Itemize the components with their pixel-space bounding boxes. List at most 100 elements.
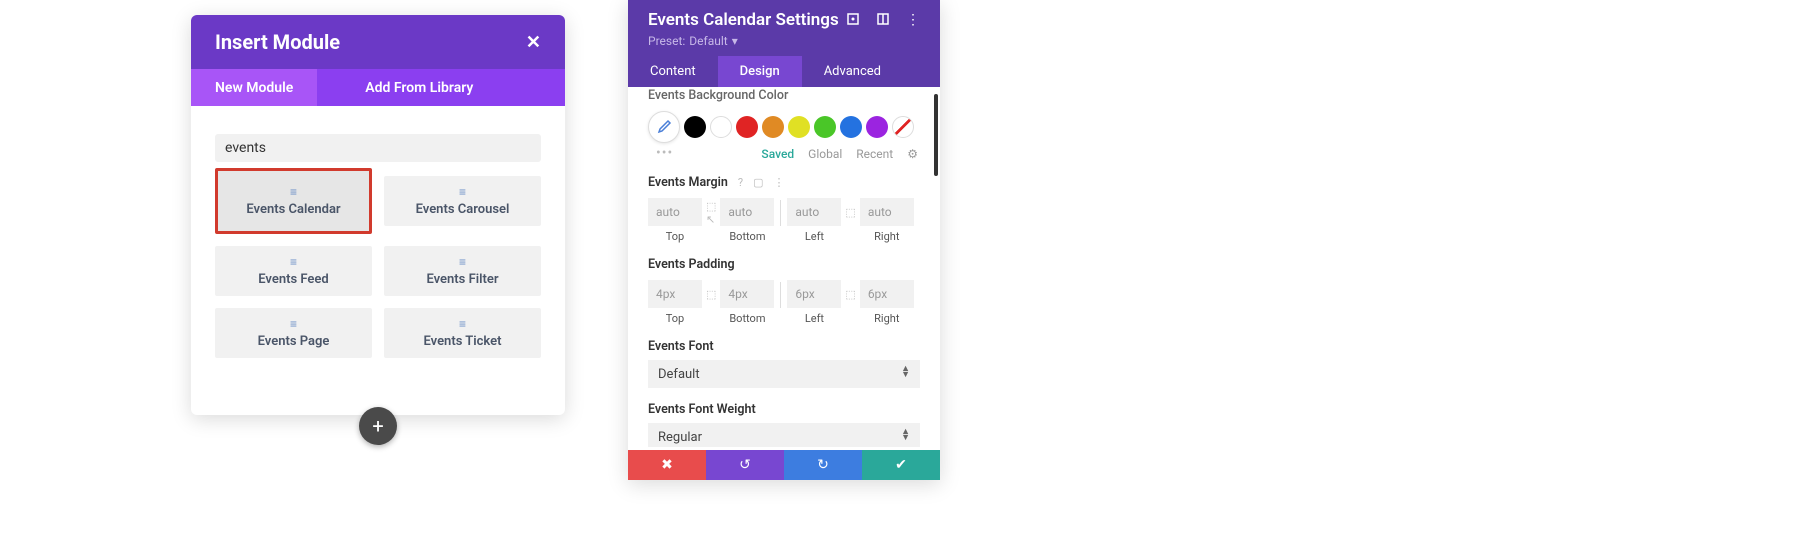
add-module-button[interactable]: + — [359, 407, 397, 445]
events-font-weight-select[interactable] — [648, 423, 920, 447]
events-margin-label: Events Margin ? ▢ ⋮ — [648, 175, 920, 190]
color-swatch-blue[interactable] — [840, 116, 862, 138]
color-swatch-red[interactable] — [736, 116, 758, 138]
tab-add-from-library[interactable]: Add From Library — [317, 69, 521, 106]
module-events-filter[interactable]: ≡ Events Filter — [384, 246, 541, 296]
margin-bottom-label: Bottom — [729, 230, 765, 243]
module-grid: ≡ Events Calendar ≡ Events Carousel ≡ Ev… — [215, 176, 541, 358]
padding-left-input[interactable] — [787, 280, 841, 308]
events-padding-label: Events Padding — [648, 257, 920, 272]
module-block-icon: ≡ — [459, 256, 466, 268]
tab-new-module[interactable]: New Module — [191, 69, 317, 106]
module-label: Events Filter — [426, 272, 498, 287]
expand-icon[interactable] — [846, 12, 860, 28]
events-font-select[interactable] — [648, 360, 920, 388]
module-events-carousel[interactable]: ≡ Events Carousel — [384, 176, 541, 226]
redo-button[interactable]: ↻ — [784, 450, 862, 480]
help-icon[interactable]: ? — [738, 176, 743, 189]
padding-top-label: Top — [666, 312, 684, 325]
insert-module-header: Insert Module ✕ — [191, 15, 565, 69]
module-events-feed[interactable]: ≡ Events Feed — [215, 246, 372, 296]
module-search-input[interactable] — [215, 134, 541, 162]
module-events-page[interactable]: ≡ Events Page — [215, 308, 372, 358]
settings-body: Events Background Color ••• Saved Global… — [628, 87, 940, 447]
padding-bottom-label: Bottom — [729, 312, 765, 325]
insert-module-title: Insert Module — [215, 30, 340, 54]
padding-right-label: Right — [874, 312, 899, 325]
module-label: Events Ticket — [423, 334, 501, 349]
eyedropper-icon[interactable] — [648, 111, 680, 143]
columns-icon[interactable] — [876, 12, 890, 28]
margin-top-label: Top — [666, 230, 684, 243]
insert-module-body: ≡ Events Calendar ≡ Events Carousel ≡ Ev… — [191, 106, 565, 378]
module-block-icon: ≡ — [290, 186, 297, 198]
settings-header-icons: ⋮ — [846, 12, 920, 28]
tab-design[interactable]: Design — [718, 56, 802, 87]
module-label: Events Carousel — [416, 202, 510, 217]
module-label: Events Feed — [258, 272, 328, 287]
margin-left-label: Left — [805, 230, 824, 243]
color-swatch-green[interactable] — [814, 116, 836, 138]
padding-bottom-input[interactable] — [720, 280, 774, 308]
module-label: Events Page — [258, 334, 330, 349]
hover-icon[interactable]: ⋮ — [774, 176, 785, 189]
undo-button[interactable]: ↺ — [706, 450, 784, 480]
margin-top-input[interactable] — [648, 198, 702, 226]
insert-module-tabs: New Module Add From Library — [191, 69, 565, 106]
insert-module-panel: Insert Module ✕ New Module Add From Libr… — [191, 15, 565, 415]
color-palette-tabs: Saved Global Recent ⚙ — [648, 147, 920, 161]
discard-button[interactable]: ✖ — [628, 450, 706, 480]
preset-value: Default — [689, 34, 727, 48]
margin-right-input[interactable] — [860, 198, 914, 226]
kebab-menu-icon[interactable]: ⋮ — [906, 12, 920, 28]
palette-tab-global[interactable]: Global — [808, 147, 842, 161]
palette-tab-recent[interactable]: Recent — [856, 147, 893, 161]
events-bg-color-label: Events Background Color — [648, 88, 920, 103]
settings-title: Events Calendar Settings — [648, 10, 839, 30]
module-block-icon: ≡ — [290, 318, 297, 330]
preset-selector[interactable]: Preset: Default ▾ — [648, 34, 920, 48]
link-icon[interactable]: ⬚↖ — [704, 200, 718, 226]
color-swatch-white[interactable] — [710, 116, 732, 138]
preset-prefix: Preset: — [648, 34, 685, 48]
chevron-down-icon: ▾ — [732, 34, 738, 48]
module-label: Events Calendar — [246, 202, 340, 217]
link-icon[interactable]: ⬚ — [704, 288, 718, 301]
palette-tab-saved[interactable]: Saved — [761, 147, 794, 161]
events-font-weight-label: Events Font Weight — [648, 402, 920, 417]
settings-header: Events Calendar Settings ⋮ Preset: Defau… — [628, 0, 940, 56]
module-block-icon: ≡ — [290, 256, 297, 268]
margin-left-input[interactable] — [787, 198, 841, 226]
module-block-icon: ≡ — [459, 318, 466, 330]
link-icon[interactable]: ⬚ — [843, 206, 857, 219]
scrollbar-thumb[interactable] — [934, 94, 938, 176]
margin-right-label: Right — [874, 230, 899, 243]
margin-label-text: Events Margin — [648, 175, 728, 190]
padding-inputs: Top ⬚ Bottom Left ⬚ Right — [648, 280, 920, 325]
responsive-icon[interactable]: ▢ — [753, 176, 763, 189]
gear-icon[interactable]: ⚙ — [907, 147, 918, 161]
padding-top-input[interactable] — [648, 280, 702, 308]
events-font-label: Events Font — [648, 339, 920, 354]
settings-action-bar: ✖ ↺ ↻ ✔ — [628, 450, 940, 480]
settings-tabs: Content Design Advanced — [628, 56, 940, 87]
color-swatch-black[interactable] — [684, 116, 706, 138]
color-swatch-purple[interactable] — [866, 116, 888, 138]
color-swatch-none[interactable] — [892, 116, 914, 138]
module-events-ticket[interactable]: ≡ Events Ticket — [384, 308, 541, 358]
color-swatch-orange[interactable] — [762, 116, 784, 138]
link-icon[interactable]: ⬚ — [843, 288, 857, 301]
save-button[interactable]: ✔ — [862, 450, 940, 480]
tab-advanced[interactable]: Advanced — [802, 56, 903, 87]
margin-inputs: Top ⬚↖ Bottom Left ⬚ Right — [648, 198, 920, 243]
margin-bottom-input[interactable] — [720, 198, 774, 226]
module-events-calendar[interactable]: ≡ Events Calendar — [215, 168, 372, 234]
color-swatches-row — [648, 111, 920, 143]
settings-panel: Events Calendar Settings ⋮ Preset: Defau… — [628, 0, 940, 480]
close-icon[interactable]: ✕ — [526, 32, 541, 53]
padding-right-input[interactable] — [860, 280, 914, 308]
color-swatch-yellow[interactable] — [788, 116, 810, 138]
tab-content[interactable]: Content — [628, 56, 718, 87]
module-block-icon: ≡ — [459, 186, 466, 198]
padding-left-label: Left — [805, 312, 824, 325]
